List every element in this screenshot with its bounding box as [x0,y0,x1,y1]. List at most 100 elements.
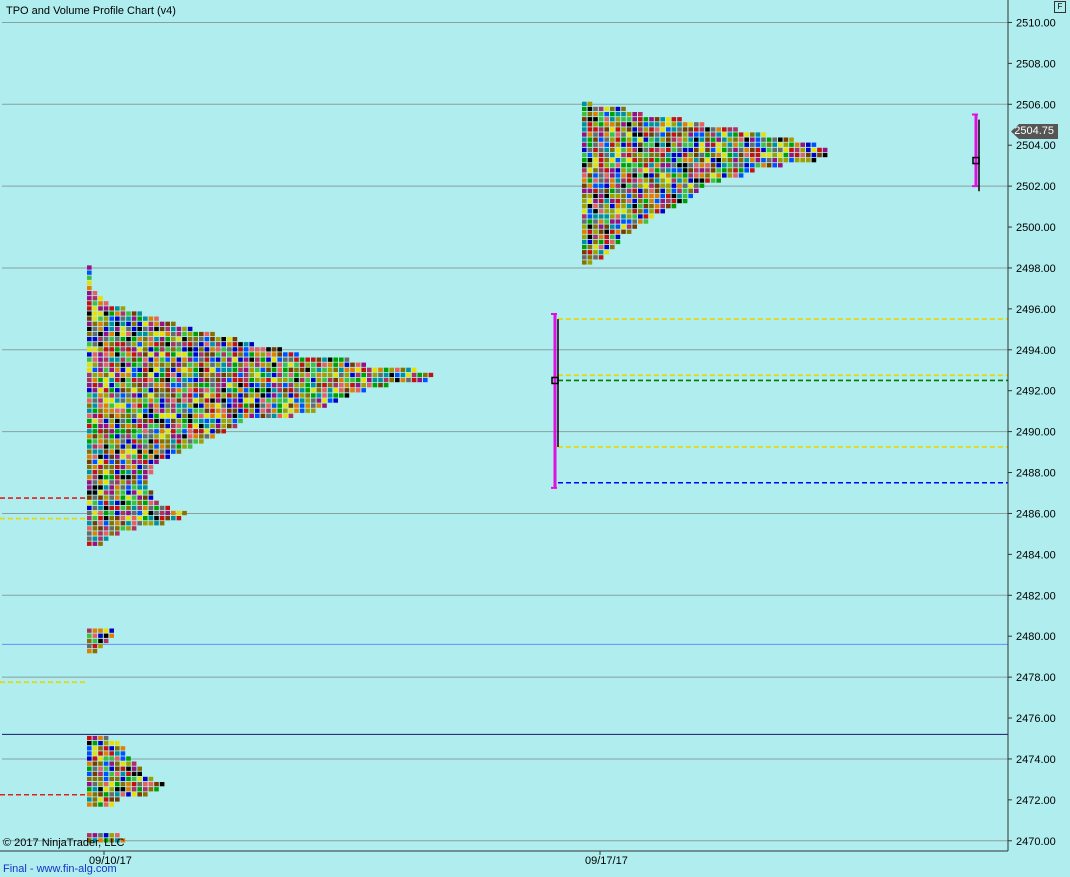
tpo-block [182,342,187,347]
tpo-block [87,408,92,413]
tpo-block [654,152,660,158]
tpo-block [215,398,221,403]
tpo-block [582,106,587,112]
y-tick-label: 2508.00 [1016,58,1056,70]
tpo-block [632,198,637,204]
tpo-block [383,383,389,388]
tpo-block [126,521,131,526]
tpo-block [126,444,131,449]
tpo-block [131,526,137,531]
tpo-block [87,797,92,802]
last-price-tag: 2504.75 [1011,124,1058,139]
tpo-block [148,321,154,326]
tpo-block [266,372,271,378]
tpo-block [660,132,665,137]
tpo-block [299,362,305,367]
tpo-block [176,337,182,342]
tpo-block [699,158,705,163]
tpo-block [800,158,805,163]
tpo-block [733,152,738,158]
tpo-block [193,342,198,347]
tpo-block [411,372,417,378]
tpo-block [159,510,165,516]
tpo-block [103,398,109,403]
tpo-block [143,377,148,383]
tpo-block [109,372,114,378]
tpo-block [266,352,271,357]
tpo-block [615,127,621,132]
tpo-block [688,137,693,142]
tpo-block [182,372,187,378]
tpo-block [294,408,299,413]
tpo-block [610,204,615,209]
tpo-block [131,342,137,347]
tpo-block [182,408,187,413]
tpo-block [288,372,294,378]
tpo-block [778,152,783,158]
tpo-block [738,168,744,173]
tpo-block [621,224,626,229]
tpo-block [299,393,305,398]
tpo-block [649,214,654,219]
tpo-block [766,158,772,163]
tpo-block [649,204,654,209]
tpo-block [92,633,98,638]
tpo-block [182,352,187,357]
tpo-block [626,158,632,163]
tpo-block [115,766,120,771]
tpo-block [148,495,154,500]
tpo-block [327,372,333,378]
tpo-block [215,347,221,352]
tpo-block [772,147,777,153]
tpo-block [649,117,654,122]
tpo-block [593,152,598,158]
tpo-block [288,393,294,398]
tpo-block [210,388,215,393]
tpo-block [316,372,322,378]
tpo-block [294,383,299,388]
tpo-block [716,168,721,173]
tpo-block [271,383,277,388]
tpo-block [143,331,148,337]
tpo-block [115,746,120,751]
tpo-block [593,244,598,250]
tpo-block [176,331,182,337]
tpo-block [621,158,626,163]
footer-link[interactable]: Final - www.fin-alg.com [3,863,117,875]
tpo-block [666,188,671,193]
tpo-block [109,802,114,807]
tpo-block [143,792,148,797]
tpo-block [677,122,682,127]
tpo-block [598,188,604,193]
tpo-block [699,152,705,158]
tpo-block [660,183,665,188]
tpo-block [716,127,721,132]
tpo-block [98,490,103,495]
tpo-block [154,418,159,424]
tpo-block [761,142,766,147]
tpo-block [654,204,660,209]
tpo-block [755,132,761,137]
tpo-block [143,510,148,516]
tpo-block [103,802,109,807]
tpo-block [339,388,344,393]
tpo-block [660,152,665,158]
tpo-block [103,306,109,311]
tpo-block [682,188,688,193]
tpo-block [227,377,232,383]
tpo-block [98,771,103,776]
tpo-block [103,337,109,342]
tpo-block [87,521,92,526]
tpo-block [682,137,688,142]
tpo-block [666,173,671,178]
tpo-block [266,398,271,403]
chart-options-button[interactable]: F [1054,1,1066,13]
tpo-block [649,173,654,178]
tpo-block [772,137,777,142]
tpo-block [103,429,109,434]
tpo-block [126,331,131,337]
tpo-block [109,490,114,495]
tpo-block [643,178,649,183]
tpo-block [98,787,103,792]
tpo-block [87,316,92,321]
